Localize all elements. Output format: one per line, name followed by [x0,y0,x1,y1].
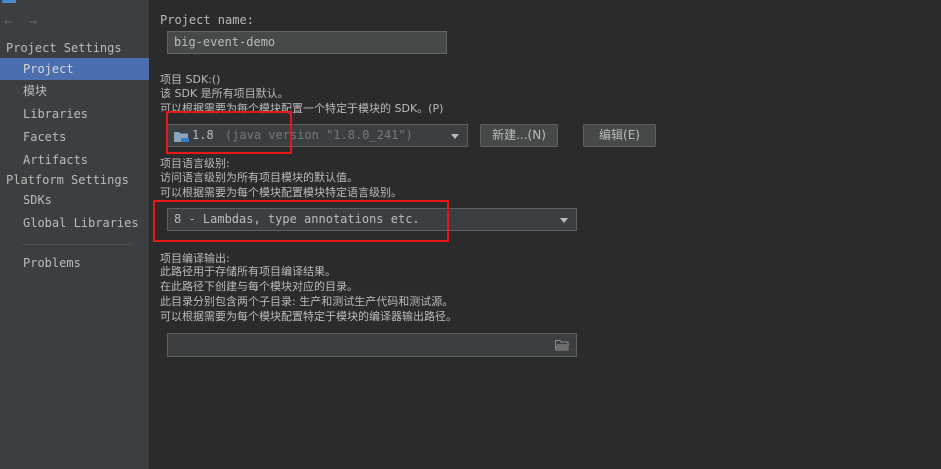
sidebar-item-artifacts[interactable]: Artifacts [0,149,149,171]
compiler-output-path-input[interactable] [167,333,577,357]
sidebar-divider [22,244,132,245]
window-corner-mark [2,0,16,3]
platform-settings-header: Platform Settings [6,173,129,187]
sidebar-item-sdks[interactable]: SDKs [0,189,149,211]
sidebar-item-problems[interactable]: Problems [0,252,149,274]
language-level-label: 项目语言级别: [160,157,230,170]
compiler-output-desc-2: 在此路径下创建与每个模块对应的目录。 [160,280,358,293]
back-arrow-icon[interactable]: ← [4,14,12,30]
new-sdk-button[interactable]: 新建...(N) [480,124,558,147]
sidebar-item-project[interactable]: Project [0,58,149,80]
forward-arrow-icon[interactable]: → [29,14,37,30]
language-level-highlight-box [153,200,449,242]
sdk-highlight-box [166,111,292,154]
sidebar-item-facets[interactable]: Facets [0,126,149,148]
chevron-down-icon [560,218,568,223]
language-level-desc-2: 可以根据需要为每个模块配置模块特定语言级别。 [160,186,402,199]
language-level-desc-1: 访问语言级别为所有项目模块的默认值。 [160,171,358,184]
edit-sdk-button[interactable]: 编辑(E) [583,124,656,147]
project-name-input[interactable]: big-event-demo [167,31,447,54]
compiler-output-desc-3: 此目录分别包含两个子目录: 生产和测试生产代码和测试源。 [160,295,454,308]
project-name-label: Project name: [160,13,254,27]
sdk-desc-1: 该 SDK 是所有项目默认。 [160,87,289,100]
project-settings-header: Project Settings [6,41,122,55]
sidebar-item-libraries[interactable]: Libraries [0,103,149,125]
browse-folder-icon[interactable] [555,339,570,351]
compiler-output-desc-1: 此路径用于存储所有项目编译结果。 [160,265,336,278]
sidebar-item-global-libraries[interactable]: Global Libraries [0,212,149,234]
settings-sidebar: ← → Project Settings Project 模块 Librarie… [0,0,150,469]
sdk-label: 项目 SDK:() [160,73,221,86]
chevron-down-icon [451,134,459,139]
compiler-output-desc-4: 可以根据需要为每个模块配置特定于模块的编译器输出路径。 [160,310,457,323]
project-name-value: big-event-demo [174,35,276,49]
sidebar-item-modules[interactable]: 模块 [0,80,149,102]
nav-arrows: ← → [4,14,45,30]
